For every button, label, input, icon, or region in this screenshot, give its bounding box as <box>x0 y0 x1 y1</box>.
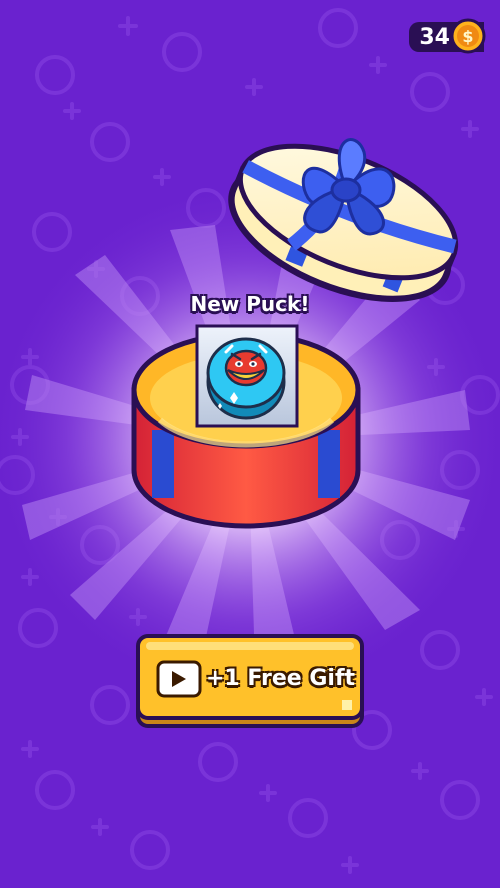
free-gift-button[interactable]: +1 Free Gift <box>138 636 362 724</box>
svg-text:$: $ <box>462 27 473 46</box>
dollar-coin-icon: $ <box>450 18 486 54</box>
currency-badge: 34 $ <box>409 18 486 54</box>
free-gift-button-label: +1 Free Gift <box>206 665 356 691</box>
reward-title: New Puck! <box>190 292 310 316</box>
game-scene <box>0 8 500 874</box>
puck-card <box>195 324 299 428</box>
